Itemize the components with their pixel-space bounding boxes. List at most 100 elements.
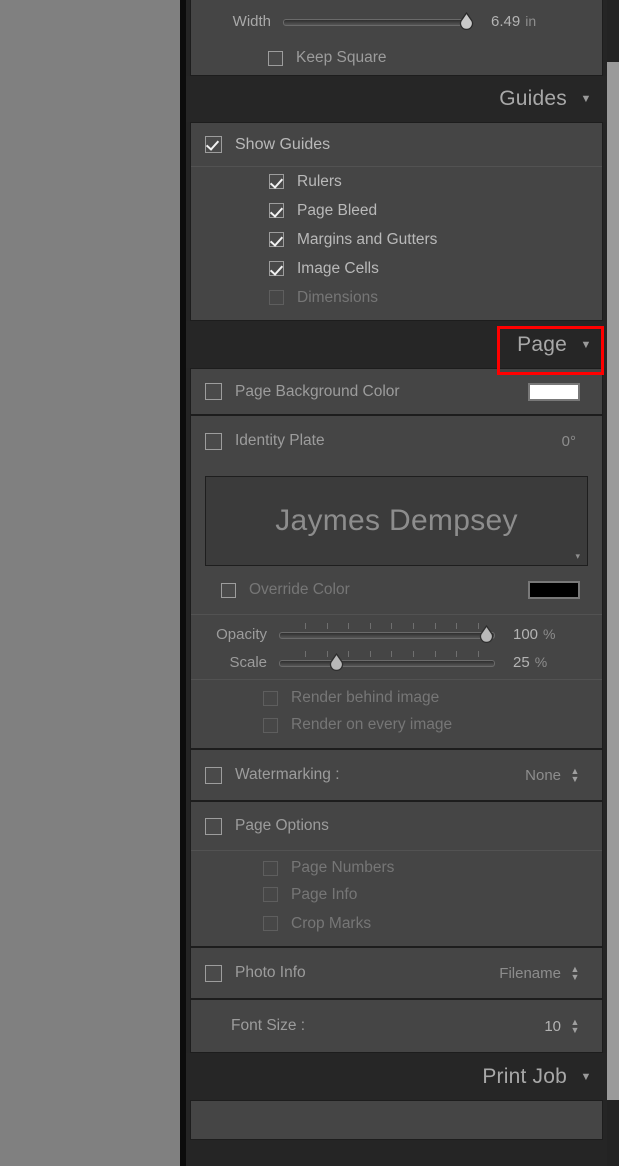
width-slider-track[interactable] (283, 19, 473, 26)
photo-info-row[interactable]: Photo Info Filename ▲▼ (191, 948, 602, 998)
keep-square-checkbox[interactable] (268, 51, 283, 66)
margins-and-gutters-checkbox[interactable] (269, 232, 284, 247)
guides-option-margins-and-gutters[interactable]: Margins and Gutters (191, 225, 602, 254)
font-size-value[interactable]: 10 (544, 1018, 561, 1035)
guides-option-dimensions[interactable]: Dimensions (191, 283, 602, 312)
identity-plate-preview-wrap: Jaymes Dempsey ▾ (191, 466, 602, 566)
width-slider-row[interactable]: Width 6.49 in (191, 0, 602, 41)
watermarking-row[interactable]: Watermarking : None ▲▼ (191, 750, 602, 800)
font-size-block: Font Size : 10 ▲▼ (190, 999, 603, 1053)
rulers-checkbox[interactable] (269, 174, 284, 189)
guides-panel-block: Show Guides Rulers Page Bleed Margins an… (190, 122, 603, 321)
page-bleed-label: Page Bleed (297, 202, 377, 220)
print-preview-canvas[interactable] (0, 0, 180, 1166)
identity-plate-checkbox[interactable] (205, 433, 222, 450)
identity-plate-row[interactable]: Identity Plate 0° (191, 416, 602, 466)
image-cells-checkbox[interactable] (269, 261, 284, 276)
right-panel: Width 6.49 in Keep Square Guides ▼ (186, 0, 607, 1166)
show-guides-label: Show Guides (235, 136, 330, 154)
render-behind-image-label: Render behind image (291, 689, 439, 707)
crop-marks-checkbox[interactable] (263, 916, 278, 931)
page-background-color-block: Page Background Color (190, 368, 603, 415)
show-guides-checkbox[interactable] (205, 136, 222, 153)
photo-info-stepper-icon[interactable]: ▲▼ (570, 965, 580, 981)
page-info-label: Page Info (291, 886, 357, 904)
guides-section-header[interactable]: Guides ▼ (186, 76, 607, 122)
render-behind-image-checkbox[interactable] (263, 691, 278, 706)
width-value: 6.49 (491, 13, 520, 30)
chevron-down-icon[interactable]: ▼ (573, 339, 599, 351)
width-label: Width (205, 13, 271, 30)
dimensions-label: Dimensions (297, 289, 378, 307)
page-options-checkbox[interactable] (205, 818, 222, 835)
opacity-value: 100 (513, 626, 538, 643)
override-color-checkbox[interactable] (221, 583, 236, 598)
font-size-row[interactable]: Font Size : 10 ▲▼ (191, 1000, 602, 1052)
print-job-block (190, 1100, 603, 1140)
identity-plate-angle[interactable]: 0° (562, 433, 576, 450)
scale-slider-handle[interactable] (327, 653, 346, 672)
page-background-color-checkbox[interactable] (205, 383, 222, 400)
watermarking-label: Watermarking : (235, 766, 340, 784)
render-behind-image-row[interactable]: Render behind image (191, 680, 602, 710)
guides-header-title: Guides (499, 87, 567, 111)
opacity-slider-ticks (279, 623, 495, 630)
identity-plate-preview[interactable]: Jaymes Dempsey ▾ (205, 476, 588, 566)
page-options-row[interactable]: Page Options (191, 802, 602, 850)
identity-plate-label: Identity Plate (235, 432, 325, 450)
watermarking-value[interactable]: None (525, 767, 561, 784)
identity-plate-preview-text: Jaymes Dempsey (275, 504, 518, 538)
opacity-slider-handle[interactable] (477, 625, 496, 644)
photo-info-checkbox[interactable] (205, 965, 222, 982)
page-section-header[interactable]: Page ▼ (186, 321, 607, 368)
guides-option-image-cells[interactable]: Image Cells (191, 254, 602, 283)
font-size-stepper-icon[interactable]: ▲▼ (570, 1018, 580, 1034)
width-slider-handle[interactable] (457, 12, 476, 31)
opacity-slider[interactable] (279, 623, 495, 646)
page-background-color-swatch[interactable] (528, 383, 580, 401)
page-info-row[interactable]: Page Info (191, 880, 602, 909)
photo-info-value[interactable]: Filename (499, 965, 561, 982)
watermarking-stepper-icon[interactable]: ▲▼ (570, 767, 580, 783)
page-background-color-row[interactable]: Page Background Color (191, 369, 602, 414)
guides-option-rulers[interactable]: Rulers (191, 167, 602, 196)
page-info-checkbox[interactable] (263, 887, 278, 902)
scale-slider-track[interactable] (279, 660, 495, 667)
chevron-down-icon[interactable]: ▼ (573, 1071, 599, 1083)
page-options-block: Page Options Page Numbers Page Info Crop… (190, 801, 603, 947)
render-on-every-image-checkbox[interactable] (263, 718, 278, 733)
keep-square-row[interactable]: Keep Square (191, 41, 602, 75)
identity-plate-block: Identity Plate 0° Jaymes Dempsey ▾ Overr… (190, 415, 603, 749)
watermarking-checkbox[interactable] (205, 767, 222, 784)
scale-unit: % (535, 654, 547, 670)
scale-slider[interactable] (279, 651, 495, 674)
crop-marks-label: Crop Marks (291, 915, 371, 933)
watermarking-block: Watermarking : None ▲▼ (190, 749, 603, 801)
show-guides-row[interactable]: Show Guides (191, 123, 602, 166)
scale-slider-ticks (279, 651, 495, 658)
width-unit: in (525, 13, 536, 29)
crop-marks-row[interactable]: Crop Marks (191, 909, 602, 938)
panel-scrollbar-thumb[interactable] (607, 62, 619, 1100)
image-cells-label: Image Cells (297, 260, 379, 278)
page-background-color-label: Page Background Color (235, 383, 400, 401)
opacity-slider-track[interactable] (279, 632, 495, 639)
width-slider[interactable] (283, 10, 473, 33)
photo-info-block: Photo Info Filename ▲▼ (190, 947, 603, 999)
page-numbers-checkbox[interactable] (263, 861, 278, 876)
chevron-down-icon[interactable]: ▾ (575, 552, 580, 561)
page-numbers-row[interactable]: Page Numbers (191, 851, 602, 880)
scale-slider-row[interactable]: Scale 25 % (191, 645, 602, 679)
opacity-slider-row[interactable]: Opacity 100 % (191, 615, 602, 645)
dimensions-checkbox[interactable] (269, 290, 284, 305)
margins-and-gutters-label: Margins and Gutters (297, 231, 437, 249)
guides-option-page-bleed[interactable]: Page Bleed (191, 196, 602, 225)
print-job-section-header[interactable]: Print Job ▼ (186, 1053, 607, 1100)
print-job-header-title: Print Job (482, 1065, 567, 1089)
page-bleed-checkbox[interactable] (269, 203, 284, 218)
override-color-row[interactable]: Override Color (191, 566, 602, 614)
render-on-every-image-row[interactable]: Render on every image (191, 710, 602, 740)
chevron-down-icon[interactable]: ▼ (573, 93, 599, 105)
override-color-swatch[interactable] (528, 581, 580, 599)
layout-panel-block: Width 6.49 in Keep Square (190, 0, 603, 76)
